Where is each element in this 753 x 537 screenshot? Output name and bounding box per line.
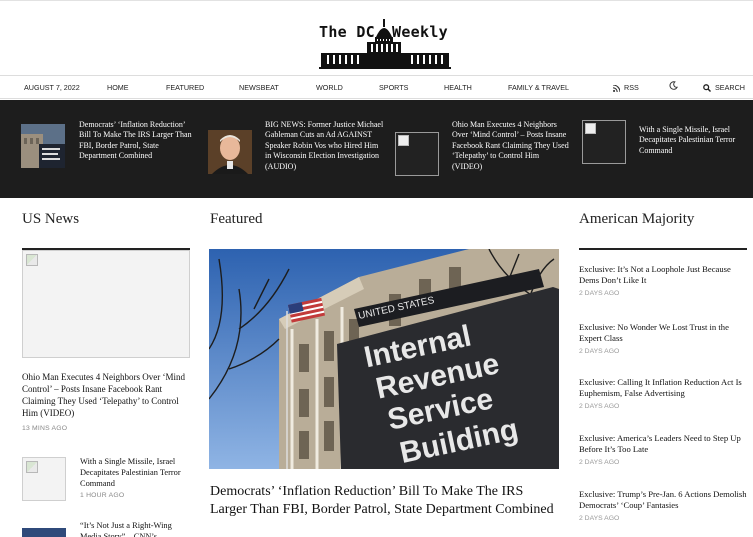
us-news-lead-image[interactable] (22, 250, 190, 358)
us-news-title: US News (22, 211, 80, 227)
trending-item[interactable]: With a Single Missile, Israel Decapitate… (582, 100, 752, 198)
search-button[interactable]: SEARCH (703, 83, 745, 93)
trending-strip: Democrats’ ‘Inflation Reduction’ Bill To… (0, 100, 753, 198)
nav-item-sports[interactable]: SPORTS (379, 83, 408, 92)
article-headline[interactable]: Exclusive: America’s Leaders Need to Ste… (579, 433, 749, 456)
trending-item[interactable]: BIG NEWS: Former Justice Michael Gablema… (208, 100, 388, 198)
search-label: SEARCH (715, 83, 745, 92)
nav-item-featured[interactable]: FEATURED (166, 83, 204, 92)
logo-text-right: Weekly (392, 23, 448, 41)
article-headline[interactable]: Exclusive: Calling It Inflation Reductio… (579, 377, 749, 400)
broken-image-icon (395, 132, 439, 176)
trending-item[interactable]: Ohio Man Executes 4 Neighbors Over ‘Mind… (395, 100, 575, 198)
list-item[interactable]: Exclusive: Trump’s Pre-Jan. 6 Actions De… (579, 489, 749, 522)
timestamp: 13 MINS AGO (22, 425, 68, 432)
current-date: AUGUST 7, 2022 (24, 83, 80, 92)
trending-headline[interactable]: Ohio Man Executes 4 Neighbors Over ‘Mind… (452, 120, 570, 172)
trending-item[interactable]: Democrats’ ‘Inflation Reduction’ Bill To… (21, 100, 201, 198)
nav-item-newsbeat[interactable]: NEWSBEAT (239, 83, 279, 92)
timestamp: 2 DAYS AGO (579, 514, 620, 522)
trending-headline[interactable]: BIG NEWS: Former Justice Michael Gablema… (265, 120, 385, 172)
trending-headline[interactable]: With a Single Missile, Israel Decapitate… (639, 125, 751, 156)
featured-image[interactable]: UNITED STATES Internal Revenue Service B… (209, 249, 559, 469)
timestamp: 2 DAYS AGO (579, 347, 620, 355)
us-news-item-image[interactable] (22, 528, 66, 537)
timestamp: 1 HOUR AGO (80, 492, 125, 499)
featured-headline[interactable]: Democrats’ ‘Inflation Reduction’ Bill To… (210, 483, 562, 519)
list-item[interactable]: Exclusive: It’s Not a Loophole Just Beca… (579, 264, 749, 297)
timestamp: 2 DAYS AGO (579, 289, 620, 297)
irs-building-thumbnail (21, 124, 65, 168)
portrait-thumbnail (208, 130, 252, 174)
us-news-item-headline[interactable]: With a Single Missile, Israel Decapitate… (80, 456, 190, 490)
timestamp: 2 DAYS AGO (579, 458, 620, 466)
nav-item-health[interactable]: HEALTH (444, 83, 472, 92)
theme-toggle-button[interactable] (669, 81, 678, 92)
nav-item-home[interactable]: HOME (107, 83, 129, 92)
article-headline[interactable]: Exclusive: It’s Not a Loophole Just Beca… (579, 264, 749, 287)
rss-link[interactable]: RSS (613, 83, 639, 92)
moon-icon (669, 81, 678, 90)
american-majority-title: American Majority (579, 211, 695, 227)
list-item[interactable]: Exclusive: Calling It Inflation Reductio… (579, 377, 749, 410)
rss-label: RSS (624, 83, 639, 92)
broken-image-icon (582, 120, 626, 164)
article-headline[interactable]: Exclusive: No Wonder We Lost Trust in th… (579, 322, 749, 345)
nav-item-family-travel[interactable]: FAMILY & TRAVEL (508, 83, 569, 92)
masthead: The DC Weekly (0, 0, 753, 72)
article-headline[interactable]: Exclusive: Trump’s Pre-Jan. 6 Actions De… (579, 489, 749, 512)
trending-headline[interactable]: Democrats’ ‘Inflation Reduction’ Bill To… (79, 120, 197, 162)
nav-item-world[interactable]: WORLD (316, 83, 343, 92)
site-logo[interactable]: The DC Weekly (319, 13, 451, 71)
us-news-lead-headline[interactable]: Ohio Man Executes 4 Neighbors Over ‘Mind… (22, 371, 194, 419)
us-news-item-image[interactable] (22, 457, 66, 501)
timestamp: 2 DAYS AGO (579, 402, 620, 410)
list-item[interactable]: Exclusive: No Wonder We Lost Trust in th… (579, 322, 749, 355)
logo-text-left: The DC (319, 23, 375, 41)
list-item[interactable]: Exclusive: America’s Leaders Need to Ste… (579, 433, 749, 466)
rss-icon (613, 84, 620, 92)
capitol-logo-icon (319, 19, 451, 69)
section-divider (579, 248, 747, 250)
search-icon (703, 84, 711, 93)
us-news-item-headline[interactable]: “It’s Not Just a Right-Wing Media Story”… (80, 520, 192, 537)
main-navigation: AUGUST 7, 2022 HOME FEATURED NEWSBEAT WO… (0, 75, 753, 99)
featured-title: Featured (210, 211, 263, 227)
